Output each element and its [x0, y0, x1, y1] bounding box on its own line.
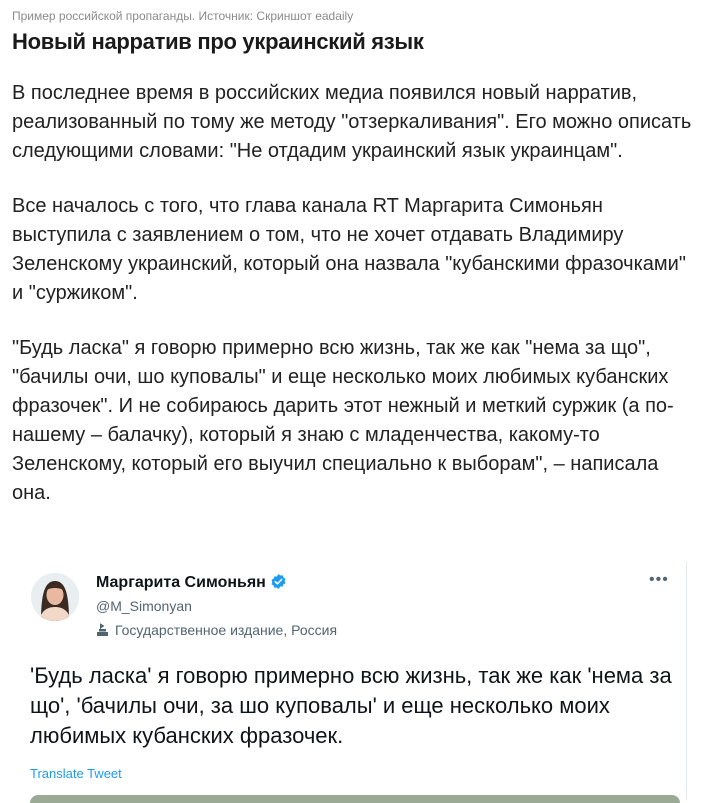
article-title: Новый нарратив про украинский язык: [12, 29, 424, 54]
author-name[interactable]: Маргарита Симоньян: [96, 574, 266, 591]
embedded-tweet: Маргарита Симоньян @M_Simonyan Государст…: [11, 562, 687, 803]
account-label-text: Государственное издание, Россия: [115, 622, 338, 638]
tweet-author[interactable]: Маргарита Симоньян: [96, 573, 287, 595]
article-paragraph: В последнее время в российских медиа поя…: [12, 82, 692, 162]
account-label[interactable]: Государственное издание, Россия: [96, 622, 337, 640]
state-media-flag-icon: [96, 623, 109, 640]
article-paragraph: Все началось с того, что глава канала RT…: [12, 195, 686, 304]
avatar[interactable]: [31, 573, 79, 621]
avatar-photo: [31, 573, 79, 621]
tweet-handle[interactable]: @M_Simonyan: [96, 598, 192, 614]
article-body: В последнее время в российских медиа поя…: [12, 79, 692, 508]
article-caption: Пример российской пропаганды. Источник: …: [12, 9, 354, 23]
verified-badge-icon: [270, 573, 287, 595]
tweet-text: 'Будь ласка' я говорю примерно всю жизнь…: [30, 663, 672, 748]
more-options-icon[interactable]: •••: [649, 571, 669, 589]
tweet-media-edge[interactable]: [30, 795, 680, 803]
translate-tweet-link[interactable]: Translate Tweet: [30, 766, 122, 781]
article-paragraph: "Будь ласка" я говорю примерно всю жизнь…: [12, 337, 674, 504]
